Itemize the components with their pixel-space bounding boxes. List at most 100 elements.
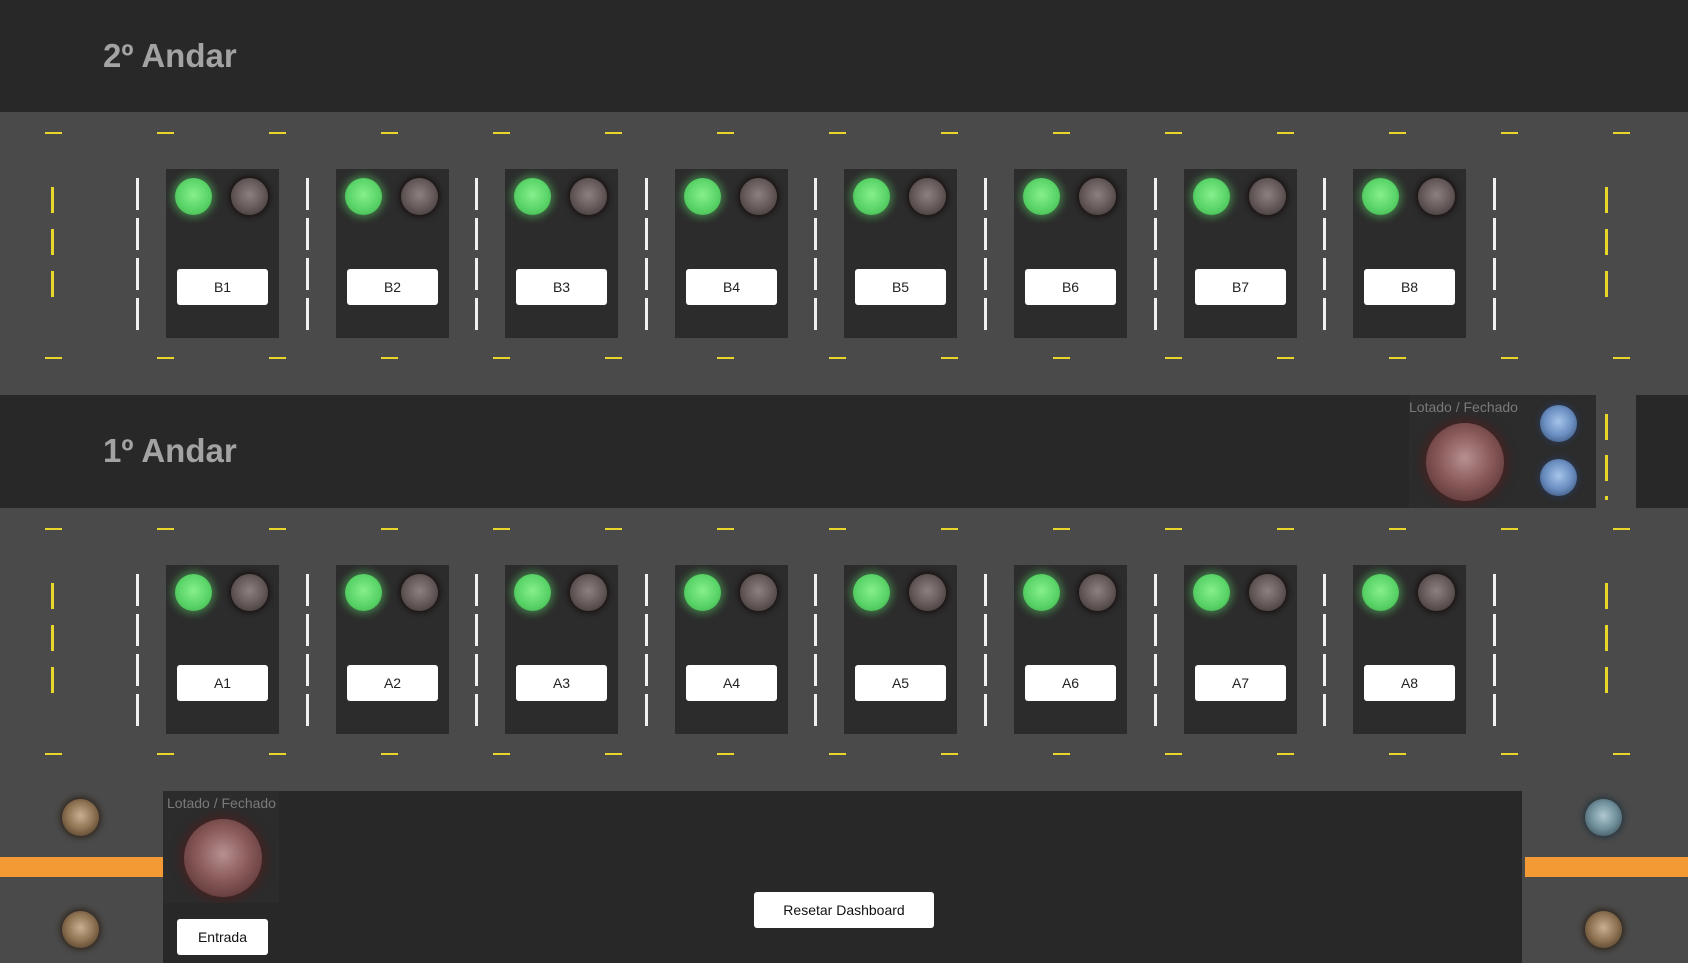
spot-divider-line <box>1323 614 1326 646</box>
lane-marking-top <box>381 132 398 134</box>
ramp-sensor-upper-icon <box>1540 405 1577 442</box>
spot-divider-line <box>475 614 478 646</box>
lane-marking-bottom <box>269 753 286 755</box>
spot-button-a3[interactable]: A3 <box>516 665 607 701</box>
spot-button-b4[interactable]: B4 <box>686 269 777 305</box>
lane-marking-top <box>605 132 622 134</box>
spot-divider-line <box>1154 298 1157 330</box>
exit-gate-bar <box>0 857 163 877</box>
spot-divider-line <box>136 614 139 646</box>
exit-sensor-upper-icon <box>62 799 99 836</box>
spot-button-a6[interactable]: A6 <box>1025 665 1116 701</box>
lane-marking-top <box>829 132 846 134</box>
lane-marking-bottom <box>1277 753 1294 755</box>
lane-marking-bottom <box>717 753 734 755</box>
spot-divider-line <box>475 178 478 210</box>
lane-marking-bottom <box>605 357 622 359</box>
spot-divider-line <box>814 178 817 210</box>
lane-marking-bottom <box>381 357 398 359</box>
spot-divider-line <box>1493 218 1496 250</box>
floor2-header: 2º Andar <box>0 0 1688 112</box>
ramp-lane <box>1596 395 1636 508</box>
spot-button-b8[interactable]: B8 <box>1364 269 1455 305</box>
lane-end-marking <box>51 271 54 297</box>
exit-right-sensor-upper-icon <box>1585 799 1622 836</box>
spot-free-indicator-icon <box>175 574 212 611</box>
spot-divider-line <box>1154 574 1157 606</box>
parking-spot-a4: A4 <box>675 565 788 734</box>
spot-divider-line <box>984 694 987 726</box>
spot-divider-line <box>1154 218 1157 250</box>
spot-divider-line <box>984 298 987 330</box>
exit-sensor-lower-icon <box>62 911 99 948</box>
lane-end-marking <box>51 229 54 255</box>
lane-marking-bottom <box>269 357 286 359</box>
lane-marking-top <box>1501 132 1518 134</box>
entrance-button[interactable]: Entrada <box>177 919 268 955</box>
spot-button-b5[interactable]: B5 <box>855 269 946 305</box>
lane-marking-top <box>45 132 62 134</box>
spot-divider-line <box>984 614 987 646</box>
lane-marking-top <box>1501 528 1518 530</box>
spot-divider-line <box>306 614 309 646</box>
spot-button-a4[interactable]: A4 <box>686 665 777 701</box>
entrance-status-label: Lotado / Fechado <box>167 795 276 811</box>
lane-marking-top <box>269 528 286 530</box>
spot-divider-line <box>984 654 987 686</box>
exit-lane-left <box>0 791 163 963</box>
parking-spot-a8: A8 <box>1353 565 1466 734</box>
spot-button-b1[interactable]: B1 <box>177 269 268 305</box>
parking-spot-a1: A1 <box>166 565 279 734</box>
lane-marking-bottom <box>1053 357 1070 359</box>
spot-occupied-indicator-icon <box>1249 574 1286 611</box>
spot-button-b3[interactable]: B3 <box>516 269 607 305</box>
spot-free-indicator-icon <box>1023 178 1060 215</box>
floor1-lane: A1 A2 A3 A4 A5 A6 A7 A8 <box>0 508 1688 791</box>
parking-spot-a6: A6 <box>1014 565 1127 734</box>
spot-divider-line <box>1154 614 1157 646</box>
spot-divider-line <box>984 574 987 606</box>
spot-button-a1[interactable]: A1 <box>177 665 268 701</box>
spot-divider-line <box>984 178 987 210</box>
spot-divider-line <box>814 614 817 646</box>
lane-end-marking <box>1605 583 1608 609</box>
spot-divider-line <box>645 574 648 606</box>
spot-divider-line <box>306 694 309 726</box>
spot-divider-line <box>136 574 139 606</box>
lane-marking-bottom <box>45 357 62 359</box>
reset-dashboard-button[interactable]: Resetar Dashboard <box>754 892 934 928</box>
exit-right-gate-bar <box>1525 857 1688 877</box>
spot-button-b7[interactable]: B7 <box>1195 269 1286 305</box>
lane-marking-top <box>605 528 622 530</box>
spot-button-a2[interactable]: A2 <box>347 665 438 701</box>
lane-marking-bottom <box>941 357 958 359</box>
lane-marking-top <box>1389 528 1406 530</box>
lane-end-marking <box>1605 187 1608 213</box>
spot-divider-line <box>645 178 648 210</box>
spot-free-indicator-icon <box>853 178 890 215</box>
exit-right-sensor-lower-icon <box>1585 911 1622 948</box>
parking-spot-a5: A5 <box>844 565 957 734</box>
spot-divider-line <box>1493 694 1496 726</box>
parking-spot-b2: B2 <box>336 169 449 338</box>
spot-occupied-indicator-icon <box>231 574 268 611</box>
spot-button-a5[interactable]: A5 <box>855 665 946 701</box>
spot-divider-line <box>645 298 648 330</box>
spot-occupied-indicator-icon <box>740 178 777 215</box>
spot-button-a8[interactable]: A8 <box>1364 665 1455 701</box>
lane-marking-bottom <box>493 357 510 359</box>
spot-free-indicator-icon <box>345 178 382 215</box>
spot-button-b6[interactable]: B6 <box>1025 269 1116 305</box>
spot-free-indicator-icon <box>1193 178 1230 215</box>
spot-divider-line <box>136 178 139 210</box>
spot-divider-line <box>645 614 648 646</box>
spot-divider-line <box>475 298 478 330</box>
lane-marking-bottom <box>717 357 734 359</box>
lane-marking-bottom <box>1165 753 1182 755</box>
lane-marking-bottom <box>381 753 398 755</box>
spot-button-a7[interactable]: A7 <box>1195 665 1286 701</box>
lane-marking-top <box>1165 132 1182 134</box>
spot-divider-line <box>1323 694 1326 726</box>
spot-button-b2[interactable]: B2 <box>347 269 438 305</box>
spot-divider-line <box>1154 654 1157 686</box>
